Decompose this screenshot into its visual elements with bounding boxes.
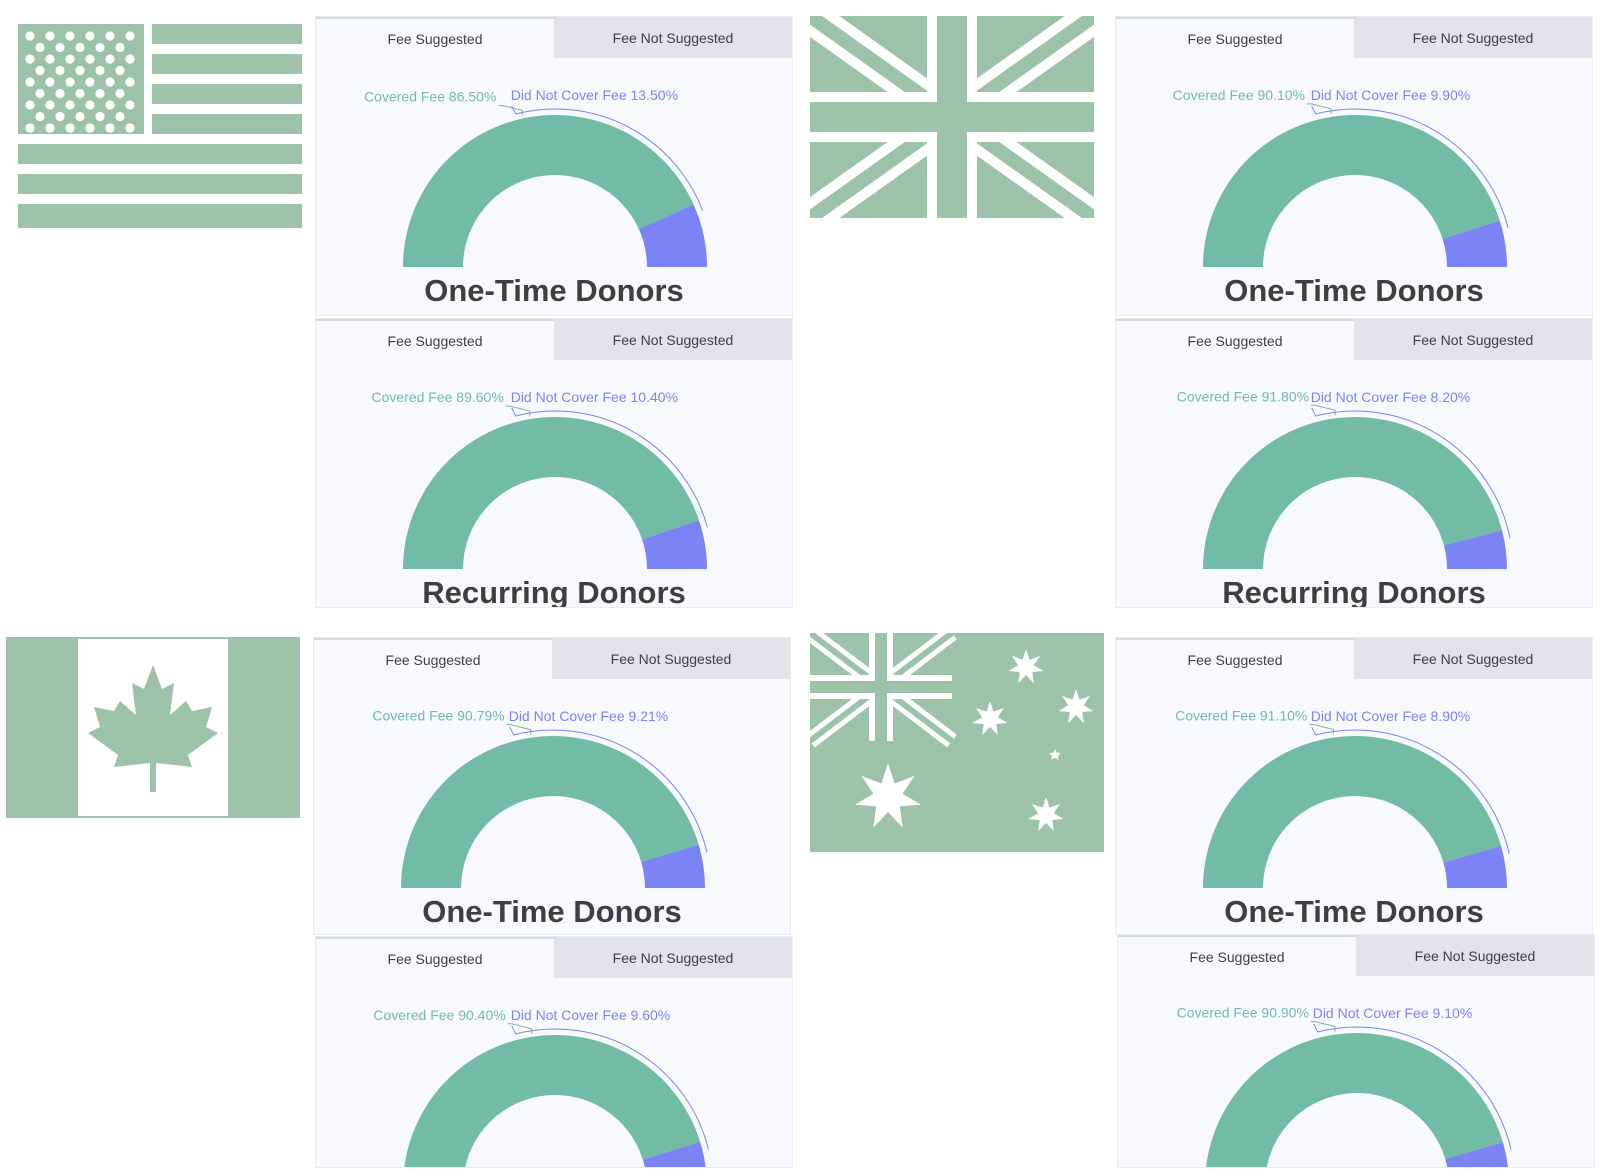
covered-fee-label: Covered Fee 90.40% xyxy=(373,1007,505,1023)
tab-fee-suggested[interactable]: Fee Suggested xyxy=(316,937,554,978)
chart-title: One-Time Donors xyxy=(1224,894,1484,929)
covered-fee-label: Covered Fee 86.50% xyxy=(364,88,496,104)
chart-title: One-Time Donors xyxy=(422,894,682,929)
donor-card: Fee Suggested Fee Not Suggested Covered Fe… xyxy=(1115,637,1593,935)
covered-fee-leader-line xyxy=(506,724,532,735)
fee-tab-bar: Fee Suggested Fee Not Suggested xyxy=(316,937,792,978)
tab-fee-suggested[interactable]: Fee Suggested xyxy=(1116,319,1354,360)
chart-title: One-Time Donors xyxy=(1224,273,1484,308)
donor-card: Fee Suggested Fee Not Suggested Covered Fe… xyxy=(315,16,793,316)
fee-tab-bar: Fee Suggested Fee Not Suggested xyxy=(1116,638,1592,679)
tab-fee-not-suggested[interactable]: Fee Not Suggested xyxy=(1356,935,1594,976)
covered-fee-leader-line xyxy=(505,405,531,417)
covered-fee-slice xyxy=(404,1035,701,1167)
tab-fee-not-suggested[interactable]: Fee Not Suggested xyxy=(1354,319,1592,360)
fee-tab-bar: Fee Suggested Fee Not Suggested xyxy=(316,17,792,58)
covered-fee-label: Covered Fee 89.60% xyxy=(371,389,503,405)
fee-tab-bar: Fee Suggested Fee Not Suggested xyxy=(314,638,790,679)
donor-card: Fee Suggested Fee Not Suggested Covered Fe… xyxy=(315,318,793,608)
covered-fee-slice xyxy=(1206,1033,1503,1167)
not-covered-fee-label: Did Not Cover Fee 10.40% xyxy=(511,389,678,405)
tab-fee-not-suggested[interactable]: Fee Not Suggested xyxy=(1354,638,1592,679)
covered-fee-label: Covered Fee 90.79% xyxy=(372,708,504,724)
tab-fee-suggested[interactable]: Fee Suggested xyxy=(314,638,552,679)
covered-fee-label: Covered Fee 91.80% xyxy=(1177,388,1309,404)
not-covered-fee-label: Did Not Cover Fee 9.60% xyxy=(511,1007,671,1023)
tab-fee-suggested[interactable]: Fee Suggested xyxy=(1118,935,1356,976)
tab-fee-not-suggested[interactable]: Fee Not Suggested xyxy=(554,319,792,360)
not-covered-fee-label: Did Not Cover Fee 8.20% xyxy=(1311,389,1471,405)
covered-fee-leader-line xyxy=(507,1023,533,1034)
us-flag-icon xyxy=(18,24,302,228)
tab-fee-suggested[interactable]: Fee Suggested xyxy=(1116,17,1354,58)
tab-fee-not-suggested[interactable]: Fee Not Suggested xyxy=(1354,17,1592,58)
not-covered-fee-label: Did Not Cover Fee 8.90% xyxy=(1311,708,1471,724)
canada-flag-icon xyxy=(6,637,300,818)
tab-fee-not-suggested[interactable]: Fee Not Suggested xyxy=(554,937,792,978)
donor-card: Fee Suggested Fee Not Suggested Covered Fe… xyxy=(1115,16,1593,316)
chart-title: Recurring Donors xyxy=(1222,575,1486,608)
not-covered-fee-label: Did Not Cover Fee 9.90% xyxy=(1311,87,1471,103)
tab-fee-suggested[interactable]: Fee Suggested xyxy=(316,319,554,360)
covered-fee-label: Covered Fee 90.10% xyxy=(1173,87,1305,103)
tab-fee-not-suggested[interactable]: Fee Not Suggested xyxy=(552,638,790,679)
fee-gauge-chart: Covered Fee 90.40% Did Not Cover Fee 9.60… xyxy=(373,1007,709,1167)
donor-card: Fee Suggested Fee Not Suggested Covered Fe… xyxy=(1117,934,1595,1168)
donor-card: Fee Suggested Fee Not Suggested Covered Fe… xyxy=(1115,318,1593,608)
fee-gauge-chart: Covered Fee 91.80% Did Not Cover Fee 8.20… xyxy=(1177,388,1511,569)
tab-fee-not-suggested[interactable]: Fee Not Suggested xyxy=(554,17,792,58)
not-covered-fee-label: Did Not Cover Fee 9.10% xyxy=(1313,1005,1473,1021)
covered-fee-label: Covered Fee 90.90% xyxy=(1177,1005,1309,1021)
donor-card: Fee Suggested Fee Not Suggested Covered Fe… xyxy=(313,637,791,935)
chart-title: One-Time Donors xyxy=(424,273,684,308)
chart-title: Recurring Donors xyxy=(422,575,686,608)
covered-fee-leader-line xyxy=(498,104,523,116)
covered-fee-label: Covered Fee 91.10% xyxy=(1175,708,1307,724)
not-covered-fee-label: Did Not Cover Fee 9.21% xyxy=(509,708,669,724)
fee-tab-bar: Fee Suggested Fee Not Suggested xyxy=(1118,935,1594,976)
fee-gauge-chart: Covered Fee 89.60% Did Not Cover Fee 10.4… xyxy=(371,389,708,569)
tab-fee-suggested[interactable]: Fee Suggested xyxy=(1116,638,1354,679)
covered-fee-leader-line xyxy=(1306,103,1332,114)
australia-flag-icon xyxy=(810,633,1104,852)
fee-tab-bar: Fee Suggested Fee Not Suggested xyxy=(316,319,792,360)
donor-card: Fee Suggested Fee Not Suggested Covered Fe… xyxy=(315,936,793,1168)
tab-fee-suggested[interactable]: Fee Suggested xyxy=(316,17,554,58)
not-covered-fee-label: Did Not Cover Fee 13.50% xyxy=(511,87,678,103)
uk-flag-icon xyxy=(810,16,1094,218)
fee-tab-bar: Fee Suggested Fee Not Suggested xyxy=(1116,17,1592,58)
fee-tab-bar: Fee Suggested Fee Not Suggested xyxy=(1116,319,1592,360)
fee-gauge-chart: Covered Fee 90.90% Did Not Cover Fee 9.10… xyxy=(1177,1005,1512,1167)
